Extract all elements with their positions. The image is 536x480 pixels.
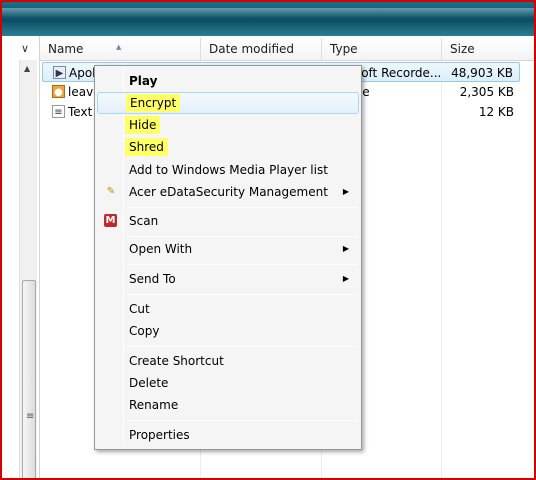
acer-security-icon: ✎ xyxy=(106,186,116,197)
menu-item-label: Open With xyxy=(129,242,193,256)
scroll-up-arrow-icon[interactable]: ▲ xyxy=(24,64,30,73)
menu-item-add-to-wmp-list[interactable]: Add to Windows Media Player list xyxy=(97,159,359,181)
screenshot-frame: ∨ ▲ ≡ Name ▲ Date modified Type Size ▶ A… xyxy=(0,0,536,480)
menu-item-label: Scan xyxy=(129,214,159,228)
submenu-arrow-icon: ▶ xyxy=(342,274,349,283)
menu-item-label: Send To xyxy=(129,272,176,286)
menu-separator xyxy=(127,236,357,237)
column-header-date[interactable]: Date modified xyxy=(200,38,322,61)
column-header-name-label: Name xyxy=(48,42,84,56)
column-header-name[interactable]: Name ▲ xyxy=(40,38,201,61)
menu-separator xyxy=(127,420,357,421)
menu-item-send-to[interactable]: Send To ▶ xyxy=(97,268,359,290)
chevron-down-icon[interactable]: ∨ xyxy=(21,42,29,55)
menu-separator xyxy=(127,207,357,208)
menu-item-label: Play xyxy=(129,74,158,88)
menu-item-create-shortcut[interactable]: Create Shortcut xyxy=(97,350,359,372)
menu-item-scan[interactable]: M Scan xyxy=(97,210,359,232)
submenu-arrow-icon: ▶ xyxy=(342,244,349,253)
menu-item-label: Cut xyxy=(129,302,150,316)
column-divider xyxy=(441,61,442,478)
window-title-bar xyxy=(2,2,534,36)
menu-item-properties[interactable]: Properties xyxy=(97,424,359,446)
context-menu: Play Encrypt Hide Shred Add to Windows M… xyxy=(94,65,362,450)
submenu-arrow-icon: ▶ xyxy=(342,187,349,196)
column-header-type[interactable]: Type xyxy=(321,38,442,61)
menu-item-shred[interactable]: Shred xyxy=(97,136,359,158)
menu-item-label: Rename xyxy=(129,398,179,412)
menu-item-label: Create Shortcut xyxy=(129,354,224,368)
menu-item-label: Delete xyxy=(129,376,169,390)
file-size: 12 KB xyxy=(478,105,514,119)
menu-item-hide[interactable]: Hide xyxy=(97,114,359,136)
image-file-icon: ● xyxy=(52,85,65,98)
navigation-scrollbar[interactable]: ▲ ≡ xyxy=(19,60,37,478)
sort-ascending-icon: ▲ xyxy=(116,43,122,51)
menu-item-label: Shred xyxy=(125,138,168,156)
menu-item-copy[interactable]: Copy xyxy=(97,320,359,342)
menu-item-rename[interactable]: Rename xyxy=(97,394,359,416)
column-header-bar: Name ▲ Date modified Type Size xyxy=(40,38,534,61)
file-name: Text xyxy=(68,105,93,119)
text-file-icon: ≡ xyxy=(52,105,65,118)
menu-separator xyxy=(127,294,357,295)
menu-item-label: Copy xyxy=(129,324,160,338)
file-size: 2,305 KB xyxy=(459,85,514,99)
menu-item-label: Acer eDataSecurity Management xyxy=(129,185,328,199)
menu-item-label: Encrypt xyxy=(126,94,181,112)
menu-item-encrypt[interactable]: Encrypt xyxy=(97,92,359,114)
file-size: 48,903 KB xyxy=(451,66,513,80)
menu-item-delete[interactable]: Delete xyxy=(97,372,359,394)
column-header-size[interactable]: Size xyxy=(441,38,534,61)
menu-item-label: Properties xyxy=(129,428,190,442)
menu-item-cut[interactable]: Cut xyxy=(97,298,359,320)
menu-item-acer-edatasecurity[interactable]: ✎ Acer eDataSecurity Management ▶ xyxy=(97,181,359,203)
menu-item-label: Add to Windows Media Player list xyxy=(129,163,328,177)
scrollbar-grip-icon: ≡ xyxy=(26,411,35,422)
menu-separator xyxy=(127,264,357,265)
menu-item-open-with[interactable]: Open With ▶ xyxy=(97,238,359,260)
mcafee-scan-icon: M xyxy=(104,214,117,227)
scrollbar-thumb[interactable]: ≡ xyxy=(22,280,36,478)
menu-item-label: Hide xyxy=(125,116,161,134)
video-file-icon: ▶ xyxy=(53,66,66,79)
menu-separator xyxy=(127,346,357,347)
menu-item-play[interactable]: Play xyxy=(97,70,359,92)
